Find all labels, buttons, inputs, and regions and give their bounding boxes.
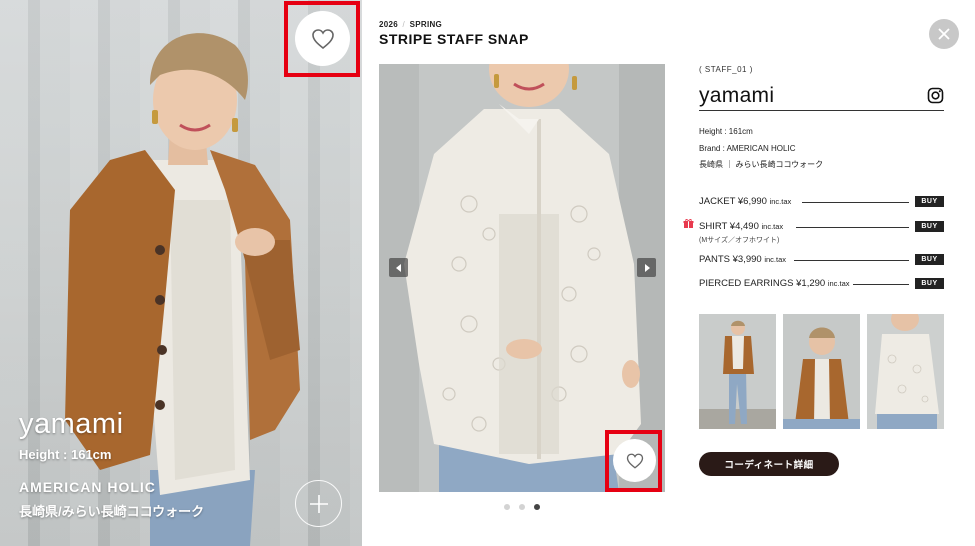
coordinate-detail-button[interactable]: コーディネート詳細	[699, 452, 839, 476]
item-label: JACKET ¥6,990 inc.tax	[699, 196, 791, 207]
instagram-icon[interactable]	[927, 87, 944, 104]
carousel-dots	[504, 504, 540, 510]
main-favorite-button[interactable]	[613, 439, 656, 482]
thumbnail-image-full-body	[699, 314, 776, 429]
close-icon	[938, 28, 950, 40]
buy-button-pants[interactable]: BUY	[915, 254, 944, 265]
left-card-info: yamami Height : 161cm AMERICAN HOLIC 長崎県…	[19, 408, 204, 520]
item-tax: inc.tax	[769, 197, 792, 206]
item-tax: inc.tax	[827, 279, 850, 288]
left-favorite-button[interactable]	[295, 11, 350, 66]
thumbnail-image-shirt	[867, 314, 944, 429]
item-name: PIERCED EARRINGS ¥1,290	[699, 278, 826, 289]
left-staff-name: yamami	[19, 408, 124, 440]
item-label: SHIRT ¥4,490 inc.tax	[699, 221, 783, 232]
left-staff-location: 長崎県/みらい長崎ココウォーク	[19, 504, 205, 519]
item-name: JACKET ¥6,990	[699, 196, 767, 207]
heart-outline-icon	[626, 453, 643, 469]
carousel-main-photo[interactable]	[379, 64, 665, 492]
carousel-prev-button[interactable]	[389, 258, 408, 277]
gift-icon	[683, 219, 694, 228]
season-name: SPRING	[409, 20, 443, 29]
season-year: 2026	[379, 20, 398, 29]
item-name: PANTS ¥3,990	[699, 254, 762, 265]
left-snap-card[interactable]: yamami Height : 161cm AMERICAN HOLIC 長崎県…	[0, 0, 362, 546]
carousel-dot-1[interactable]	[504, 504, 510, 510]
item-row-pants: PANTS ¥3,990 inc.tax BUY	[699, 254, 944, 268]
heart-outline-icon	[311, 28, 334, 49]
thumbnail-1[interactable]	[699, 314, 776, 429]
item-line	[802, 202, 909, 203]
staff-photo-main	[379, 64, 665, 492]
item-line	[794, 260, 909, 261]
thumbnail-3[interactable]	[867, 314, 944, 429]
carousel-dot-2[interactable]	[519, 504, 525, 510]
modal-title: STRIPE STAFF SNAP	[379, 31, 529, 47]
carousel-dot-3[interactable]	[534, 504, 540, 510]
item-row-earrings: PIERCED EARRINGS ¥1,290 inc.tax BUY	[699, 278, 944, 292]
left-staff-height: Height : 161cm	[19, 447, 112, 462]
staff-snap-page: yamami Height : 161cm AMERICAN HOLIC 長崎県…	[0, 0, 975, 546]
snap-detail-modal: 2026 / SPRING STRIPE STAFF SNAP (STAFF_…	[362, 0, 975, 546]
item-tax: inc.tax	[761, 222, 784, 231]
shirt-size-note: (Mサイズ／オフホワイト)	[699, 237, 780, 244]
item-row-jacket: JACKET ¥6,990 inc.tax BUY	[699, 196, 944, 210]
item-line	[853, 284, 909, 285]
item-tax: inc.tax	[764, 255, 786, 264]
thumbnail-image-jacket	[783, 314, 860, 429]
name-underline	[699, 110, 944, 111]
item-name: SHIRT ¥4,490	[699, 221, 759, 232]
item-row-shirt: SHIRT ¥4,490 inc.tax BUY	[699, 221, 944, 235]
arrow-right-icon	[644, 263, 650, 272]
staff-tag: ( STAFF_01 )	[699, 65, 753, 74]
close-button[interactable]	[929, 19, 959, 49]
buy-button-earrings[interactable]: BUY	[915, 278, 944, 289]
item-line	[796, 227, 909, 228]
open-detail-button[interactable]	[295, 480, 342, 527]
carousel-next-button[interactable]	[637, 258, 656, 277]
item-label: PIERCED EARRINGS ¥1,290 inc.tax	[699, 278, 850, 289]
staff-height: Height : 161cm	[699, 127, 753, 136]
staff-store: 長崎県 ｜ みらい長崎ココウォーク	[699, 160, 824, 169]
staff-name: yamami	[699, 84, 775, 107]
buy-button-shirt[interactable]: BUY	[915, 221, 944, 232]
arrow-left-icon	[395, 263, 401, 272]
buy-button-jacket[interactable]: BUY	[915, 196, 944, 207]
staff-brand: Brand : AMERICAN HOLIC	[699, 144, 796, 153]
season-separator: /	[402, 20, 406, 29]
item-label: PANTS ¥3,990 inc.tax	[699, 254, 786, 265]
season-label: 2026 / SPRING	[379, 20, 442, 29]
thumbnail-2[interactable]	[783, 314, 860, 429]
left-staff-brand: AMERICAN HOLIC	[19, 479, 156, 495]
plus-icon	[309, 494, 328, 513]
